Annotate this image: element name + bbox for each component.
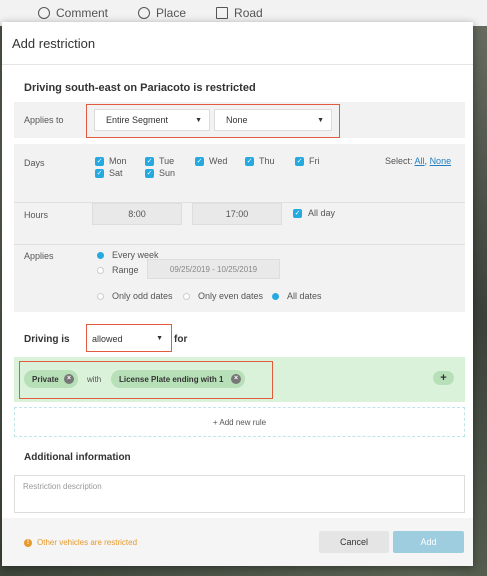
checkbox-mon[interactable]: ✓ bbox=[95, 157, 104, 166]
even-dates-radio[interactable] bbox=[183, 293, 190, 300]
day-label: Sat bbox=[109, 168, 123, 178]
checkbox-thu[interactable]: ✓ bbox=[245, 157, 254, 166]
odd-dates-label: Only odd dates bbox=[112, 291, 173, 301]
schedule-panel: Days ✓ Mon ✓ Tue ✓ Wed ✓ Thu ✓ Fri ✓ Sat… bbox=[14, 144, 465, 312]
range-radio[interactable] bbox=[97, 267, 104, 274]
applies-label: Applies bbox=[24, 251, 54, 261]
warning-icon: ! bbox=[24, 538, 32, 547]
driving-is-label: Driving is bbox=[24, 334, 70, 345]
all-day-checkbox[interactable]: ✓ bbox=[293, 209, 302, 218]
select-none-link[interactable]: None bbox=[430, 156, 452, 166]
highlight-box bbox=[86, 324, 172, 352]
hours-to-input[interactable]: 17:00 bbox=[192, 203, 282, 225]
hours-from-input[interactable]: 8:00 bbox=[92, 203, 182, 225]
highlight-box bbox=[19, 361, 273, 399]
day-label: Tue bbox=[159, 156, 175, 166]
day-label: Thu bbox=[259, 156, 275, 166]
all-dates-radio[interactable] bbox=[272, 293, 279, 300]
day-label: Fri bbox=[309, 156, 320, 166]
divider bbox=[14, 244, 465, 245]
checkbox-wed[interactable]: ✓ bbox=[195, 157, 204, 166]
place-icon bbox=[138, 7, 151, 19]
cancel-button[interactable]: Cancel bbox=[319, 531, 389, 553]
checkbox-tue[interactable]: ✓ bbox=[145, 157, 154, 166]
highlight-box bbox=[86, 104, 340, 138]
day-label: Sun bbox=[159, 168, 176, 178]
day-label: Mon bbox=[109, 156, 127, 166]
select-all-link[interactable]: All bbox=[415, 156, 425, 166]
add-restriction-dialog: Add restriction Driving south-east on Pa… bbox=[2, 22, 473, 566]
for-label: for bbox=[174, 334, 188, 345]
additional-info-title: Additional information bbox=[24, 452, 131, 463]
days-label: Days bbox=[24, 158, 45, 168]
checkbox-sat[interactable]: ✓ bbox=[95, 169, 104, 178]
add-condition-button[interactable]: + bbox=[433, 371, 454, 385]
road-icon bbox=[216, 7, 229, 19]
warning-message: ! Other vehicles are restricted bbox=[24, 538, 137, 547]
all-day-label: All day bbox=[308, 208, 336, 218]
restriction-headline: Driving south-east on Pariacoto is restr… bbox=[24, 82, 256, 94]
dialog-title: Add restriction bbox=[12, 36, 96, 51]
restriction-description-input[interactable]: Restriction description bbox=[14, 475, 465, 513]
day-label: Wed bbox=[209, 156, 228, 166]
hours-label: Hours bbox=[24, 210, 49, 220]
odd-dates-radio[interactable] bbox=[97, 293, 104, 300]
toolbar-comment[interactable]: Comment bbox=[38, 6, 108, 20]
checkbox-sun[interactable]: ✓ bbox=[145, 169, 154, 178]
every-week-radio[interactable] bbox=[97, 252, 104, 259]
toolbar-place[interactable]: Place bbox=[138, 6, 186, 20]
toolbar-road[interactable]: Road bbox=[216, 6, 263, 20]
range-label: Range bbox=[112, 265, 139, 275]
even-dates-label: Only even dates bbox=[198, 291, 264, 301]
add-new-rule-button[interactable]: + Add new rule bbox=[14, 407, 465, 437]
divider bbox=[14, 202, 465, 203]
checkbox-fri[interactable]: ✓ bbox=[295, 157, 304, 166]
all-dates-label: All dates bbox=[287, 291, 322, 301]
select-days: Select: All, None bbox=[385, 156, 452, 166]
date-range-input[interactable]: 09/25/2019 - 10/25/2019 bbox=[147, 259, 280, 279]
comment-icon bbox=[38, 7, 50, 19]
dialog-footer: ! Other vehicles are restricted Cancel A… bbox=[2, 518, 473, 566]
add-button[interactable]: Add bbox=[393, 531, 464, 553]
applies-to-label: Applies to bbox=[24, 115, 64, 125]
divider bbox=[2, 64, 473, 65]
